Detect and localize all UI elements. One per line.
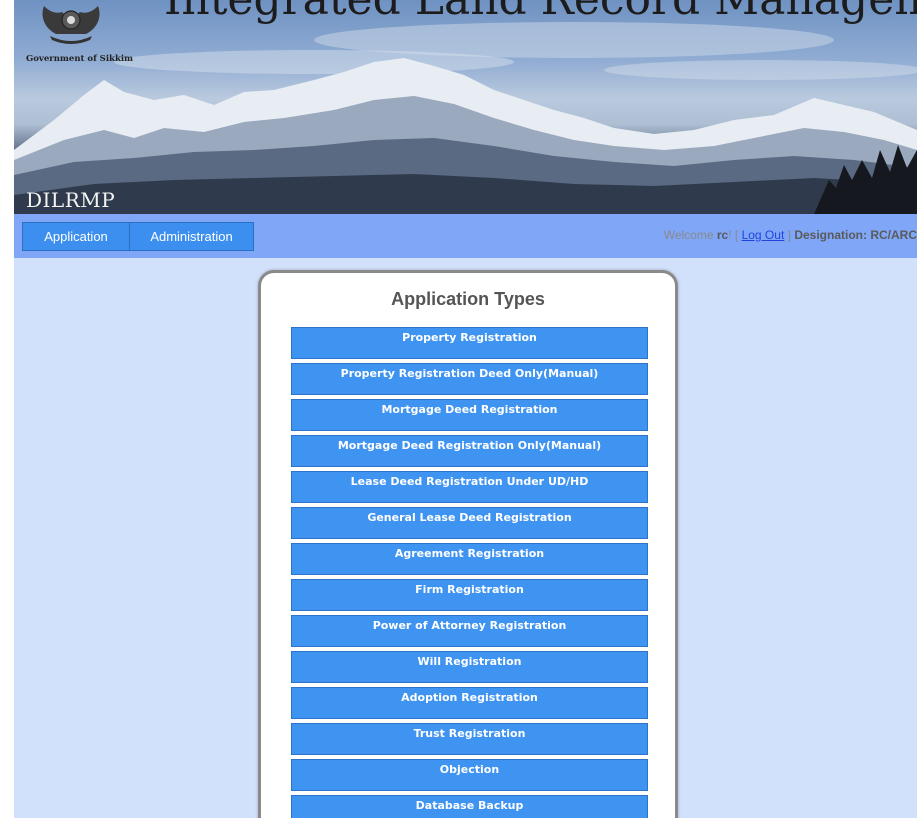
welcome-suffix: ! bbox=[728, 228, 732, 242]
logout-link[interactable]: Log Out bbox=[742, 228, 785, 242]
adoption-registration-button[interactable]: Adoption Registration bbox=[291, 687, 648, 719]
mortgage-deed-registration-button[interactable]: Mortgage Deed Registration bbox=[291, 399, 648, 431]
mountain-scenery-image bbox=[14, 22, 917, 214]
power-of-attorney-registration-button[interactable]: Power of Attorney Registration bbox=[291, 615, 648, 647]
designation-value: RC/ARC bbox=[870, 228, 917, 242]
government-emblem-logo bbox=[42, 6, 100, 44]
menu-item-administration[interactable]: Administration bbox=[130, 222, 254, 251]
designation-label: Designation: bbox=[794, 228, 867, 242]
username: rc bbox=[716, 228, 729, 242]
objection-button[interactable]: Objection bbox=[291, 759, 648, 791]
general-lease-deed-registration-button[interactable]: General Lease Deed Registration bbox=[291, 507, 648, 539]
property-registration-button[interactable]: Property Registration bbox=[291, 327, 648, 359]
page: Government of Sikkim Integrated Land Rec… bbox=[14, 0, 917, 818]
agreement-registration-button[interactable]: Agreement Registration bbox=[291, 543, 648, 575]
main-menu: Application Administration bbox=[22, 222, 254, 251]
mortgage-deed-registration-only-manual-button[interactable]: Mortgage Deed Registration Only(Manual) bbox=[291, 435, 648, 467]
logout-bracket-close: ] bbox=[787, 228, 791, 242]
logout-bracket-open: [ bbox=[734, 228, 739, 242]
trust-registration-button[interactable]: Trust Registration bbox=[291, 723, 648, 755]
program-label: DILRMP bbox=[26, 188, 116, 212]
user-welcome: Welcome rc! [ Log Out ] Designation: RC/… bbox=[664, 228, 917, 242]
database-backup-button[interactable]: Database Backup bbox=[291, 795, 648, 818]
menu-item-application[interactable]: Application bbox=[22, 222, 130, 251]
navigation-bar: Application Administration Welcome rc! [… bbox=[14, 214, 917, 258]
site-title: Integrated Land Record Management System bbox=[164, 0, 917, 25]
panel-title: Application Types bbox=[391, 289, 545, 309]
application-type-list: Property Registration Property Registrat… bbox=[291, 327, 648, 818]
lease-deed-registration-ud-hd-button[interactable]: Lease Deed Registration Under UD/HD bbox=[291, 471, 648, 503]
application-types-panel: Application Types Property Registration … bbox=[258, 270, 678, 818]
header-banner: Government of Sikkim Integrated Land Rec… bbox=[14, 0, 917, 214]
will-registration-button[interactable]: Will Registration bbox=[291, 651, 648, 683]
firm-registration-button[interactable]: Firm Registration bbox=[291, 579, 648, 611]
property-registration-deed-only-manual-button[interactable]: Property Registration Deed Only(Manual) bbox=[291, 363, 648, 395]
government-label: Government of Sikkim bbox=[26, 54, 134, 64]
welcome-prefix: Welcome bbox=[663, 228, 714, 242]
